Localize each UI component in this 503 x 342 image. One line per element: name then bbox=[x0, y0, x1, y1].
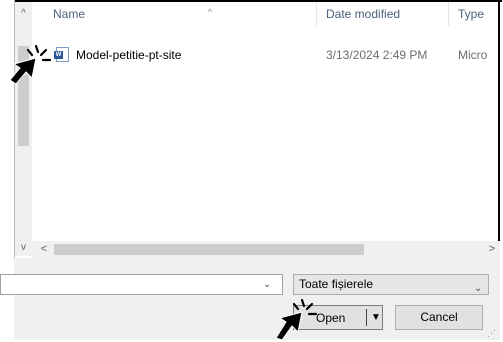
vertical-scrollbar[interactable]: ^ v bbox=[15, 2, 32, 256]
filename-input[interactable]: ⌄ bbox=[0, 274, 283, 295]
column-name-header[interactable]: Name bbox=[53, 2, 85, 26]
filter-label: Toate fișierele bbox=[299, 277, 374, 291]
horizontal-scroll-thumb[interactable] bbox=[54, 244, 364, 255]
word-document-icon: W bbox=[54, 47, 69, 62]
chevron-down-icon[interactable]: ⌄ bbox=[263, 279, 271, 290]
scroll-right-icon[interactable]: > bbox=[484, 241, 500, 258]
scroll-down-icon[interactable]: v bbox=[15, 240, 32, 256]
open-button-label: Open bbox=[316, 311, 346, 325]
scroll-up-icon[interactable]: ^ bbox=[15, 6, 32, 22]
column-date-header[interactable]: Date modified bbox=[326, 2, 400, 26]
filename-text[interactable] bbox=[1, 275, 259, 293]
column-divider[interactable] bbox=[316, 2, 317, 26]
cancel-button[interactable]: Cancel bbox=[395, 305, 483, 330]
file-row[interactable]: W Model-petitie-pt-site 3/13/2024 2:49 P… bbox=[32, 44, 500, 66]
resize-grip-icon[interactable]: ⋰ bbox=[487, 328, 496, 339]
scroll-left-icon[interactable]: < bbox=[36, 241, 52, 258]
column-divider[interactable] bbox=[448, 2, 449, 26]
open-options-arrow-icon[interactable]: ▼ bbox=[371, 312, 381, 323]
column-type-header[interactable]: Type bbox=[458, 2, 484, 26]
chevron-down-icon[interactable]: ⌄ bbox=[474, 279, 482, 298]
horizontal-scrollbar[interactable]: < > bbox=[32, 241, 500, 258]
split-divider bbox=[366, 309, 367, 326]
click-cursor-icon bbox=[275, 298, 318, 341]
column-header: Name ^ Date modified Type bbox=[32, 2, 500, 26]
sort-indicator-icon: ^ bbox=[208, 7, 213, 17]
file-date: 3/13/2024 2:49 PM bbox=[326, 48, 428, 62]
file-type-filter[interactable]: Toate fișierele ⌄ bbox=[293, 274, 489, 295]
click-cursor-icon bbox=[9, 44, 52, 85]
file-name: Model-petitie-pt-site bbox=[76, 48, 182, 62]
file-type: Micro bbox=[458, 48, 488, 62]
